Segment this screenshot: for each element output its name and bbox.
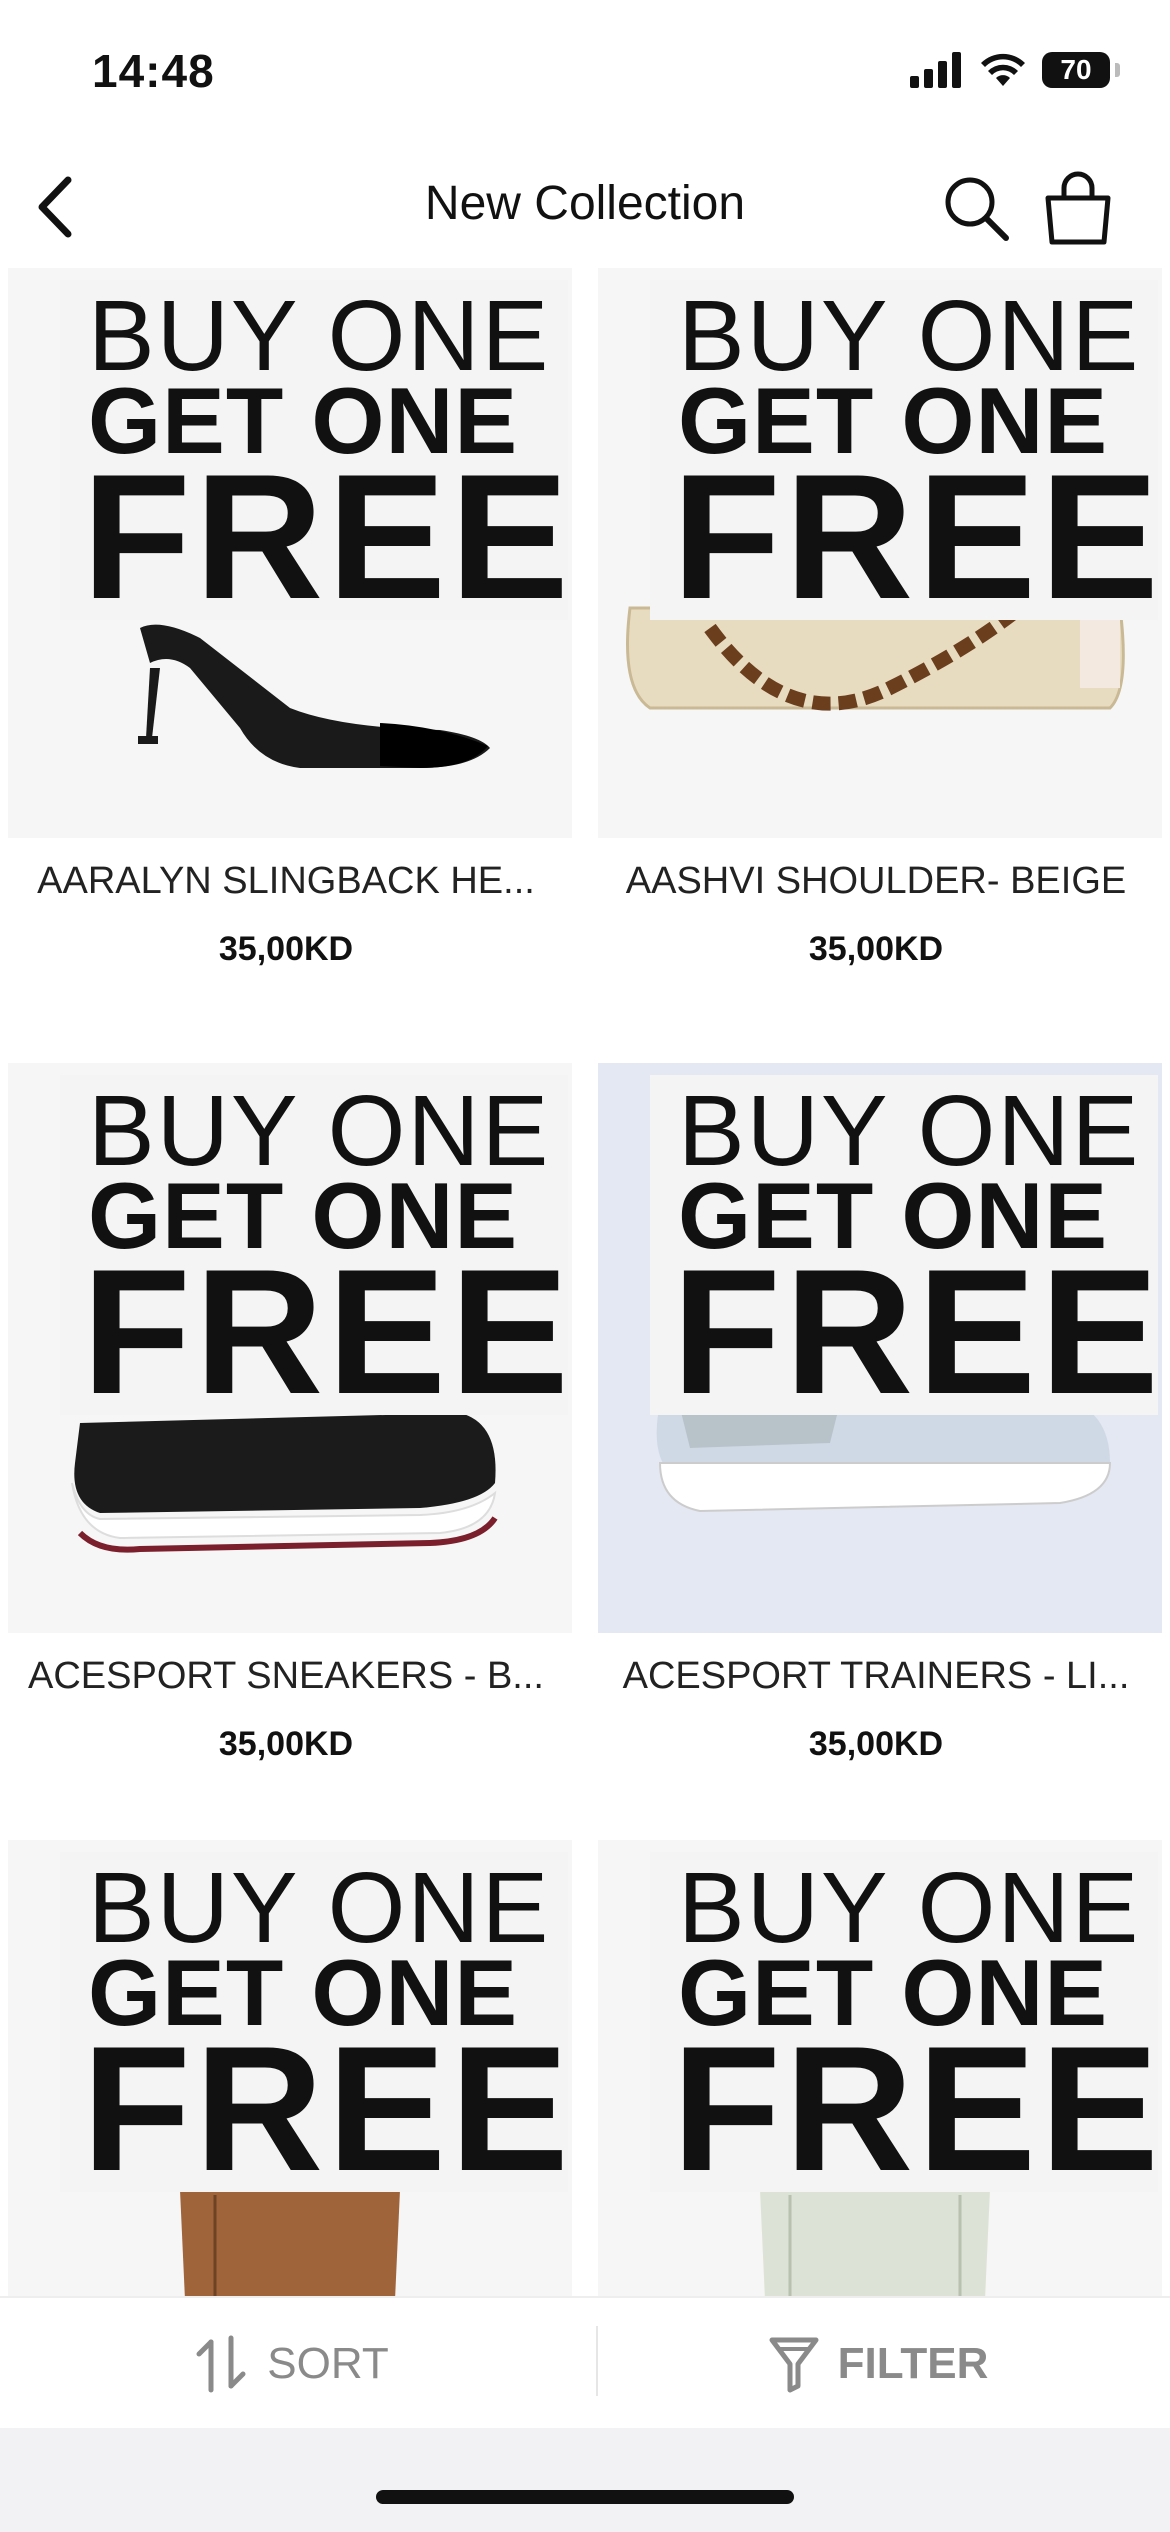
product-card[interactable]: BUY ONE GET ONE FREE ACESPORT TRAINERS -… (590, 1063, 1162, 1843)
product-price: 35,00KD (218, 1725, 354, 1763)
product-image[interactable]: BUY ONE GET ONE FREE (590, 268, 1162, 838)
image-edge (590, 1840, 598, 2300)
image-edge (0, 1840, 8, 2300)
product-name[interactable]: AARALYN SLINGBACK HE... (0, 860, 572, 903)
sort-icon (196, 2335, 246, 2393)
wifi-icon (981, 53, 1025, 86)
sort-filter-bar: SORT FILTER (0, 2296, 1170, 2430)
filter-icon (769, 2337, 819, 2393)
promo-line-3: FREE (672, 1232, 1162, 1431)
promo-badge: BUY ONE GET ONE FREE (60, 1075, 569, 1421)
product-card[interactable]: BUY ONE GET ONE FREE (0, 1840, 572, 2300)
promo-line-3: FREE (82, 2009, 572, 2208)
shopping-bag-icon (1045, 171, 1111, 245)
product-card[interactable]: BUY ONE GET ONE FREE ACESPORT SNEAKERS -… (0, 1063, 572, 1843)
product-name[interactable]: ACESPORT SNEAKERS - B... (0, 1655, 572, 1698)
promo-badge: BUY ONE GET ONE FREE (650, 280, 1159, 626)
promo-badge: BUY ONE GET ONE FREE (60, 280, 569, 626)
product-price: 35,00KD (808, 930, 944, 968)
search-button[interactable] (940, 172, 1012, 244)
filter-label: FILTER (837, 2339, 989, 2388)
search-icon (945, 177, 1009, 241)
promo-line-3: FREE (82, 437, 572, 636)
product-image[interactable]: BUY ONE GET ONE FREE (590, 1063, 1162, 1633)
product-card[interactable]: BUY ONE GET ONE FREE (590, 1840, 1162, 2300)
image-edge (0, 268, 8, 838)
product-image[interactable]: BUY ONE GET ONE FREE (590, 1840, 1162, 2300)
product-name[interactable]: AASHVI SHOULDER- BEIGE (590, 860, 1162, 903)
promo-line-3: FREE (672, 437, 1162, 636)
sort-button[interactable]: SORT (0, 2298, 584, 2430)
filter-button[interactable]: FILTER (586, 2298, 1170, 2430)
product-image[interactable]: BUY ONE GET ONE FREE (0, 1840, 572, 2300)
promo-badge: BUY ONE GET ONE FREE (60, 1852, 569, 2198)
cellular-signal-icon (910, 52, 961, 88)
status-time: 14:48 (92, 45, 215, 97)
status-bar: 14:48 70 (0, 0, 1170, 150)
shopping-bag-button[interactable] (1038, 168, 1118, 248)
image-edge (590, 268, 598, 838)
product-card[interactable]: BUY ONE GET ONE FREE AARALYN SLINGBACK H… (0, 268, 572, 1048)
image-edge (590, 1063, 598, 1633)
home-indicator[interactable] (376, 2490, 794, 2504)
product-grid: BUY ONE GET ONE FREE AARALYN SLINGBACK H… (0, 268, 1170, 2300)
product-card[interactable]: BUY ONE GET ONE FREE AASHVI SHOULDER- BE… (590, 268, 1162, 1048)
product-name[interactable]: ACESPORT TRAINERS - LI... (590, 1655, 1162, 1698)
promo-line-3: FREE (672, 2009, 1162, 2208)
promo-badge: BUY ONE GET ONE FREE (650, 1075, 1159, 1421)
home-indicator-area (0, 2428, 1170, 2532)
product-price: 35,00KD (218, 930, 354, 968)
product-image[interactable]: BUY ONE GET ONE FREE (0, 1063, 572, 1633)
status-icons: 70 (910, 52, 1120, 88)
nav-bar: New Collection (0, 150, 1170, 268)
product-image[interactable]: BUY ONE GET ONE FREE (0, 268, 572, 838)
sort-label: SORT (267, 2339, 389, 2388)
image-edge (0, 1063, 8, 1633)
product-price: 35,00KD (808, 1725, 944, 1763)
promo-badge: BUY ONE GET ONE FREE (650, 1852, 1159, 2198)
promo-line-3: FREE (82, 1232, 572, 1431)
battery-icon: 70 (1042, 52, 1120, 88)
